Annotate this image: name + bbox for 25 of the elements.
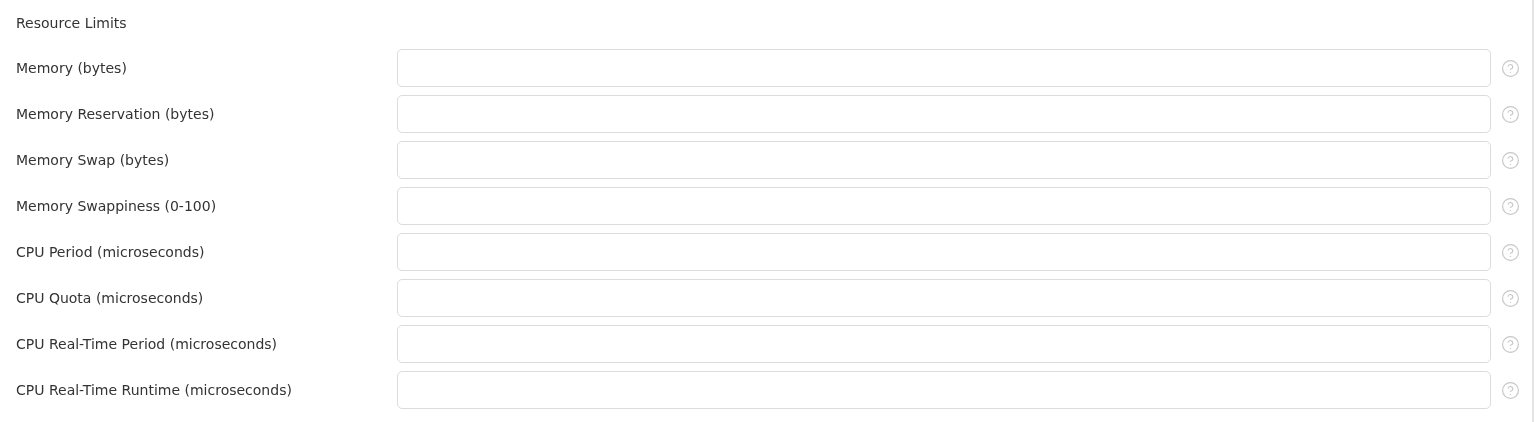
input-field[interactable] [397,187,1491,225]
field-label: Memory Reservation (bytes) [16,104,216,124]
help-icon[interactable] [1501,288,1520,308]
field-label: Memory Swappiness (0-100) [16,196,218,216]
input-field[interactable] [397,233,1491,271]
field-label: CPU Real-Time Runtime (microseconds) [16,380,293,400]
help-icon[interactable] [1501,334,1520,354]
help-icon[interactable] [1501,242,1520,262]
input-field[interactable] [397,49,1491,87]
field-label: CPU Quota (microseconds) [16,288,205,308]
input-field[interactable] [397,325,1491,363]
input-field[interactable] [397,95,1491,133]
section-title: Resource Limits [16,14,128,33]
input-field[interactable] [397,279,1491,317]
help-icon[interactable] [1501,104,1520,124]
help-icon[interactable] [1501,150,1520,170]
help-icon[interactable] [1501,196,1520,216]
field-label: CPU Period (microseconds) [16,242,206,262]
input-field[interactable] [397,371,1491,409]
field-label: CPU Real-Time Period (microseconds) [16,334,279,354]
field-label: Memory Swap (bytes) [16,150,171,170]
help-icon[interactable] [1501,380,1520,400]
field-label: Memory (bytes) [16,58,128,78]
help-icon[interactable] [1501,58,1520,78]
input-field[interactable] [397,141,1491,179]
